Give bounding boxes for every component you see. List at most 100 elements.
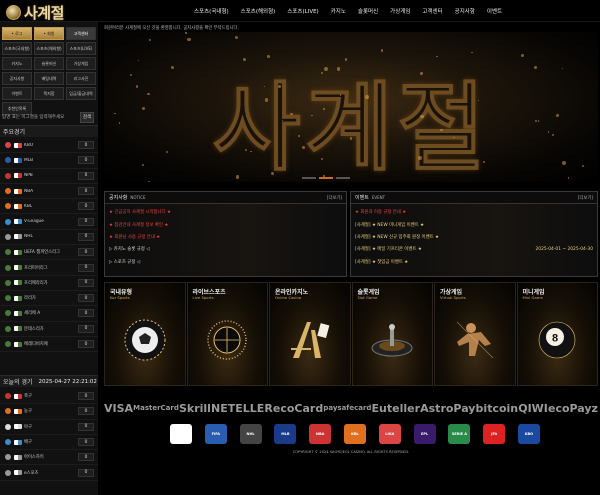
- league-row[interactable]: NBA 0: [0, 184, 98, 200]
- league-count: 0: [78, 324, 94, 333]
- hero-sparkle: [235, 175, 239, 179]
- sidebar-menu-button[interactable]: • 회원: [34, 27, 64, 40]
- board-post-title[interactable]: ★ 회원과 이용 규정 안내 ★: [355, 209, 593, 215]
- board-post-title[interactable]: [사계절] ★ NEW 미니게임 이벤트 ★: [355, 222, 593, 228]
- league-row[interactable]: KBL 0: [0, 199, 98, 215]
- league-count: 0: [78, 392, 94, 401]
- league-row[interactable]: 야구 0: [0, 420, 98, 435]
- board-post-title[interactable]: ★ 긴급공지 사계절 시작합니다 ★: [109, 209, 342, 215]
- hero-sparkle: [290, 112, 293, 116]
- board-post-title[interactable]: ★ 점검안내 사계절 정보 확인 ★: [109, 222, 342, 228]
- game-card-ball[interactable]: 국내유형 Kor Sports: [104, 282, 186, 386]
- board-post[interactable]: ★ 회원과 이용 규정 안내 ★: [355, 206, 593, 218]
- hero-dot-active[interactable]: [319, 177, 333, 179]
- league-row[interactable]: KBO 0: [0, 138, 98, 154]
- game-card-eightball[interactable]: 미니게임 Mini Game 8: [516, 282, 598, 386]
- topnav-item[interactable]: 스포츠(해외형): [241, 7, 276, 15]
- league-count: 0: [78, 340, 94, 348]
- sidebar-menu-button[interactable]: 가상게임: [66, 57, 96, 70]
- board-post[interactable]: ▷ 스포츠 규정 ◁: [109, 256, 342, 268]
- league-name: UEFA 챔피언스리그: [24, 250, 60, 256]
- league-name: NHL: [24, 234, 33, 240]
- board-post[interactable]: [사계절] ★ NEW 신규 입주회 원정 이벤트 ★: [355, 231, 593, 243]
- board-post-title[interactable]: ★ 회원님 사용 규정 안내 ★: [109, 234, 342, 240]
- hero-banner[interactable]: 사계절: [104, 32, 598, 182]
- notice-board-title: 공지사항: [109, 195, 128, 201]
- board-post-title[interactable]: ▷ 스포츠 규정 ◁: [109, 259, 342, 265]
- board-post[interactable]: ▷ 카지노 슬롯 규정 ◁: [109, 243, 342, 255]
- topnav-item[interactable]: 고객센터: [422, 7, 442, 15]
- topnav-item[interactable]: 가상게임: [390, 7, 410, 15]
- league-row[interactable]: 프리미어리그 0: [0, 260, 98, 276]
- league-row[interactable]: 아이스하키 0: [0, 450, 98, 466]
- league-row[interactable]: NPB 0: [0, 169, 98, 184]
- payment-logo: AstroPay: [420, 401, 476, 415]
- logo[interactable]: 사계절: [6, 2, 64, 23]
- league-row[interactable]: 프리메라리가 0: [0, 276, 98, 291]
- topnav-item[interactable]: 스포츠(국내형): [194, 7, 229, 15]
- board-post[interactable]: [사계절] ★ 매일 기프티콘 이벤트 ★ 2025-04-01 ~ 2025-0…: [355, 243, 593, 255]
- league-row[interactable]: V-League 0: [0, 214, 98, 230]
- sidebar-search-placeholder[interactable]: 탑명 표는 이그명을 입력해주세요: [2, 114, 80, 120]
- league-row[interactable]: 세리에 A 0: [0, 306, 98, 322]
- league-name: V-League: [24, 219, 44, 225]
- league-row[interactable]: MLB 0: [0, 153, 98, 169]
- sidebar-menu-button[interactable]: 리그사진: [66, 72, 96, 85]
- board-post[interactable]: ★ 점검안내 사계절 정보 확인 ★: [109, 218, 342, 230]
- board-post-title[interactable]: [사계절] ★ 첫입금 이벤트 ★: [355, 259, 593, 265]
- sidebar-menu-button[interactable]: 카지노: [2, 57, 32, 70]
- game-card-ring[interactable]: 라이브스포츠 Live Sports: [186, 282, 268, 386]
- league-name: MLB: [24, 157, 34, 163]
- league-row[interactable]: 에레디비지에 0: [0, 337, 98, 353]
- sidebar-menu-button[interactable]: 이벤트: [2, 87, 32, 100]
- board-post[interactable]: [사계절] ★ 첫입금 이벤트 ★: [355, 256, 593, 268]
- league-row[interactable]: 농구 0: [0, 404, 98, 420]
- league-row[interactable]: NHL 0: [0, 230, 98, 246]
- board-post[interactable]: ★ 회원님 사용 규정 안내 ★: [109, 231, 342, 243]
- league-ball-icon: [5, 393, 11, 400]
- sidebar-menu-button[interactable]: 슬롯머신: [34, 57, 64, 70]
- game-card-fighter[interactable]: 가상게임 Virtual Sports: [434, 282, 516, 386]
- board-post[interactable]: [사계절] ★ NEW 미니게임 이벤트 ★: [355, 218, 593, 230]
- league-row[interactable]: 라리가 0: [0, 291, 98, 307]
- league-row[interactable]: 분데스리가 0: [0, 322, 98, 337]
- sidebar-menu-button[interactable]: • 로그: [2, 27, 32, 40]
- topnav-item[interactable]: 스포츠(LIVE): [287, 7, 318, 15]
- board-post-title[interactable]: ▷ 카지노 슬롯 규정 ◁: [109, 246, 342, 252]
- game-card-cards[interactable]: 온라인카지노 Online Casino: [269, 282, 351, 386]
- notice-more-link[interactable]: [더보기]: [327, 195, 342, 201]
- sidebar-menu-button[interactable]: 고객센터: [66, 27, 96, 40]
- sidebar-menu-button[interactable]: 스포츠(국내형): [2, 42, 32, 55]
- hero-dot[interactable]: [302, 177, 316, 179]
- notice-board-header: 공지사항 NOTICE [더보기]: [105, 192, 346, 204]
- league-ball-icon: [5, 203, 11, 210]
- sidebar-menu-button[interactable]: 스포츠(해외형): [34, 42, 64, 55]
- board-post-title[interactable]: [사계절] ★ 매일 기프티콘 이벤트 ★: [355, 246, 535, 252]
- topnav-item[interactable]: 카지노: [331, 7, 346, 15]
- topnav-item[interactable]: 슬롯머신: [358, 7, 378, 15]
- hero-sparkle: [311, 114, 313, 117]
- sidebar-menu-button[interactable]: 입금/출금내역: [66, 87, 96, 100]
- hero-sparkle: [270, 171, 275, 175]
- league-name: NPB: [24, 173, 33, 179]
- sidebar-search-button[interactable]: 검색: [80, 111, 94, 123]
- league-row[interactable]: UEFA 챔피언스리그 0: [0, 245, 98, 261]
- sidebar-menu-button[interactable]: 배팅내역: [34, 72, 64, 85]
- hero-sparkle: [263, 85, 265, 87]
- league-count: 0: [78, 171, 94, 180]
- event-more-link[interactable]: [더보기]: [578, 195, 593, 201]
- board-post-title[interactable]: [사계절] ★ NEW 신규 입주회 원정 이벤트 ★: [355, 234, 593, 240]
- hero-sparkle: [440, 129, 443, 132]
- game-card-roulette[interactable]: 슬롯게임 Slot Game: [351, 282, 433, 386]
- league-row[interactable]: e스포츠 0: [0, 465, 98, 481]
- topnav-item[interactable]: 이벤트: [487, 7, 502, 15]
- league-row[interactable]: 축구 0: [0, 389, 98, 405]
- sidebar-menu-button[interactable]: 공지사항: [2, 72, 32, 85]
- board-post[interactable]: ★ 긴급공지 사계절 시작합니다 ★: [109, 206, 342, 218]
- hero-dot[interactable]: [336, 177, 350, 179]
- topnav-item[interactable]: 공지사항: [455, 7, 475, 15]
- sidebar-menu-button[interactable]: 쪽지함: [34, 87, 64, 100]
- sidebar-menu-button[interactable]: 스포츠(LIVE): [66, 42, 96, 55]
- league-row[interactable]: 배구 0: [0, 435, 98, 451]
- hero-sparkle: [135, 85, 139, 88]
